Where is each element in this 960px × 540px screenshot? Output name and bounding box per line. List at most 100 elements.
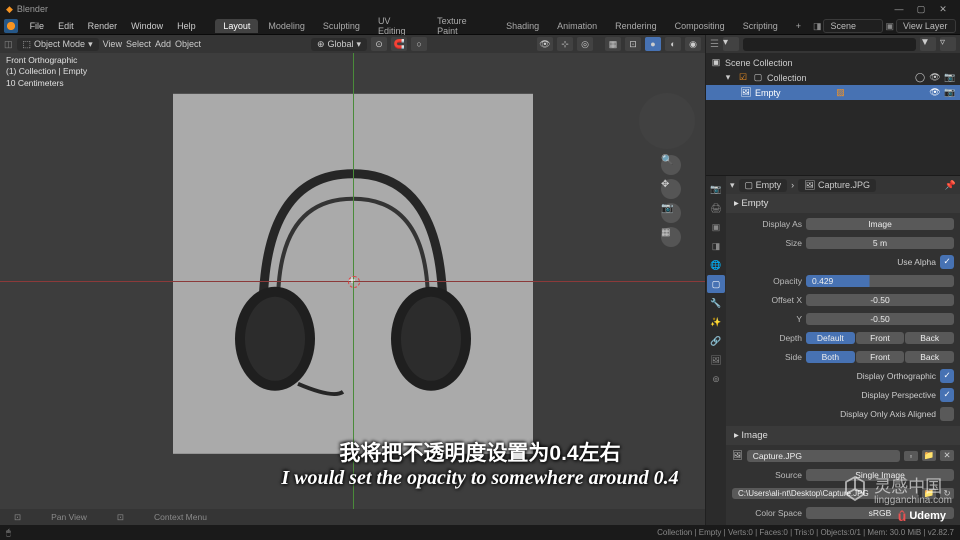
- gizmo-toggle[interactable]: ⊹: [557, 37, 573, 51]
- shading-wire[interactable]: ⊡: [625, 37, 641, 51]
- disclosure-icon[interactable]: ▾: [722, 72, 734, 83]
- depth-back[interactable]: Back: [905, 332, 954, 344]
- open-image-icon[interactable]: 📁: [922, 450, 936, 461]
- globe-icon: ⊕: [317, 39, 325, 50]
- editor-type-icon[interactable]: ▾: [730, 180, 735, 191]
- workspace-sculpting[interactable]: Sculpting: [315, 19, 368, 33]
- blender-logo-icon: ◆: [6, 4, 13, 15]
- overlay-toggle[interactable]: ◎: [577, 37, 593, 51]
- tab-output[interactable]: 🖨: [707, 199, 725, 217]
- xray-toggle[interactable]: ▦: [605, 37, 621, 51]
- shading-solid[interactable]: ●: [645, 37, 661, 51]
- viewlayer-selector[interactable]: View Layer: [896, 19, 956, 33]
- camera-gizmo-icon[interactable]: 📷: [661, 203, 681, 223]
- mode-selector[interactable]: ⬚ Object Mode ▾: [17, 38, 99, 51]
- tab-object[interactable]: ▢: [707, 275, 725, 293]
- menu-render[interactable]: Render: [82, 19, 124, 33]
- panel-empty-header[interactable]: ▸ Empty: [726, 194, 960, 213]
- new-collection-icon[interactable]: ▿: [940, 37, 956, 51]
- offset-x-field[interactable]: -0.50: [806, 294, 954, 306]
- vp-menu-object[interactable]: Object: [175, 39, 201, 49]
- scene-selector[interactable]: Scene: [823, 19, 883, 33]
- side-both[interactable]: Both: [806, 351, 855, 363]
- size-field[interactable]: 5 m: [806, 237, 954, 249]
- menu-help[interactable]: Help: [171, 19, 202, 33]
- tree-empty[interactable]: 🖼 Empty ▨ 👁 📷: [706, 85, 960, 100]
- vp-menu-view[interactable]: View: [103, 39, 122, 49]
- pivot-icon[interactable]: ⊙: [371, 37, 387, 51]
- eye-icon[interactable]: 👁: [929, 72, 941, 83]
- eye-icon[interactable]: 👁: [929, 87, 941, 98]
- checkbox-icon[interactable]: ☑: [737, 72, 749, 83]
- opacity-slider[interactable]: 0.429: [806, 275, 954, 287]
- shading-rendered[interactable]: ◉: [685, 37, 701, 51]
- tab-constraints[interactable]: 🔗: [707, 332, 725, 350]
- shading-material[interactable]: ◐: [665, 37, 681, 51]
- editor-type-icon[interactable]: ☰: [710, 39, 719, 50]
- snap-toggle[interactable]: 🧲: [391, 37, 407, 51]
- workspace-scripting[interactable]: Scripting: [735, 19, 786, 33]
- outliner-search[interactable]: [743, 38, 916, 51]
- image-data-icon: ▨: [835, 87, 847, 98]
- vp-menu-select[interactable]: Select: [126, 39, 151, 49]
- minimize-button[interactable]: —: [888, 4, 910, 14]
- transform-orientation[interactable]: ⊕ Global ▾: [311, 38, 367, 51]
- workspace-rendering[interactable]: Rendering: [607, 19, 665, 33]
- workspace-add[interactable]: +: [788, 19, 809, 33]
- side-back[interactable]: Back: [905, 351, 954, 363]
- menu-window[interactable]: Window: [125, 19, 169, 33]
- tab-render[interactable]: 📷: [707, 180, 725, 198]
- pan-gizmo-icon[interactable]: ✥: [661, 179, 681, 199]
- depth-front[interactable]: Front: [856, 332, 905, 344]
- display-mode-icon[interactable]: ▾: [723, 37, 739, 51]
- breadcrumb-data[interactable]: 🖼 Capture.JPG: [798, 179, 876, 192]
- maximize-button[interactable]: ▢: [910, 4, 932, 15]
- vp-menu-add[interactable]: Add: [155, 39, 171, 49]
- tab-scene[interactable]: ◨: [707, 237, 725, 255]
- workspace-layout[interactable]: Layout: [215, 19, 258, 33]
- tab-data[interactable]: 🖼: [707, 351, 725, 369]
- unlink-icon[interactable]: ✕: [940, 450, 954, 461]
- tab-viewlayer[interactable]: ▣: [707, 218, 725, 236]
- nav-gizmo[interactable]: [639, 93, 695, 149]
- side-front[interactable]: Front: [856, 351, 905, 363]
- disp-axis-checkbox[interactable]: [940, 407, 954, 421]
- disp-persp-checkbox[interactable]: ✓: [940, 388, 954, 402]
- close-button[interactable]: ✕: [932, 4, 954, 15]
- disp-ortho-checkbox[interactable]: ✓: [940, 369, 954, 383]
- use-alpha-checkbox[interactable]: ✓: [940, 255, 954, 269]
- tab-modifiers[interactable]: 🔧: [707, 294, 725, 312]
- persp-gizmo-icon[interactable]: ▦: [661, 227, 681, 247]
- tree-scene-collection[interactable]: ▣ Scene Collection: [706, 55, 960, 70]
- collection-icon: ▢: [752, 72, 764, 83]
- filter-icon[interactable]: ▼: [920, 37, 936, 51]
- pin-icon[interactable]: 📌: [945, 180, 956, 191]
- image-name-field[interactable]: Capture.JPG: [747, 450, 900, 462]
- new-image-icon[interactable]: ▫: [904, 451, 918, 461]
- menu-file[interactable]: File: [24, 19, 51, 33]
- panel-image-header[interactable]: ▸ Image: [726, 426, 960, 445]
- tab-physics[interactable]: ⊚: [707, 370, 725, 388]
- tree-collection[interactable]: ▾ ☑ ▢ Collection ◯ 👁 📷: [706, 70, 960, 85]
- source-label: Source: [732, 470, 802, 480]
- workspace-compositing[interactable]: Compositing: [667, 19, 733, 33]
- exclude-icon[interactable]: ◯: [914, 72, 926, 83]
- workspace-shading[interactable]: Shading: [498, 19, 547, 33]
- offset-y-field[interactable]: -0.50: [806, 313, 954, 325]
- visibility-filter[interactable]: 👁: [537, 37, 553, 51]
- display-as-field[interactable]: Image: [806, 218, 954, 230]
- render-icon[interactable]: 📷: [944, 87, 956, 98]
- properties-header: ▾ ▢ Empty › 🖼 Capture.JPG 📌: [726, 176, 960, 194]
- app-logo-icon[interactable]: [4, 19, 18, 33]
- workspace-animation[interactable]: Animation: [549, 19, 605, 33]
- depth-default[interactable]: Default: [806, 332, 855, 344]
- breadcrumb-object[interactable]: ▢ Empty: [739, 179, 788, 192]
- menu-edit[interactable]: Edit: [52, 19, 80, 33]
- tab-effects[interactable]: ✨: [707, 313, 725, 331]
- tab-world[interactable]: 🌐: [707, 256, 725, 274]
- render-icon[interactable]: 📷: [944, 72, 956, 83]
- editor-type-icon[interactable]: ◫: [4, 39, 13, 50]
- proportional-toggle[interactable]: ○: [411, 37, 427, 51]
- workspace-modeling[interactable]: Modeling: [260, 19, 313, 33]
- zoom-gizmo-icon[interactable]: 🔍: [661, 155, 681, 175]
